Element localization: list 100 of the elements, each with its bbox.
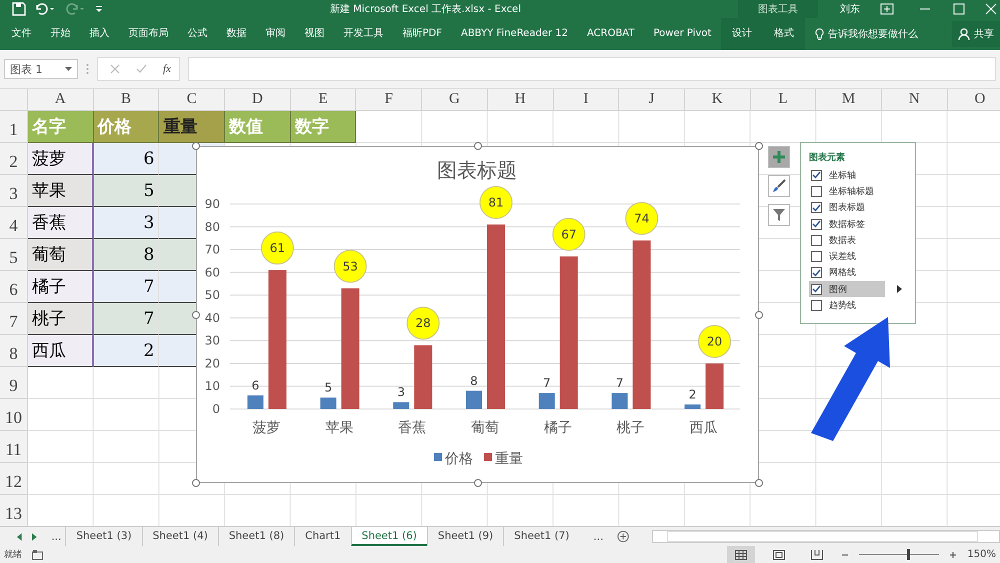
row-header[interactable]: 13 [0,495,28,526]
checkbox[interactable] [811,202,822,214]
row-header[interactable]: 6 [0,271,28,303]
sheet-tab[interactable]: Sheet1 (6) [350,527,427,546]
ribbon-display-icon[interactable] [880,3,894,15]
zoom-in-icon[interactable] [949,550,958,558]
resize-handle[interactable] [755,142,763,150]
ribbon-tab[interactable]: 开始 [41,18,80,50]
bar[interactable] [268,270,286,409]
ribbon-tab[interactable]: 格式 [762,18,805,50]
ribbon-tab[interactable]: 开发工具 [334,18,393,50]
bar[interactable] [612,393,628,409]
maximize-icon[interactable] [952,3,966,15]
column-header[interactable]: J [619,89,685,111]
column-header[interactable]: A [28,89,94,111]
bar[interactable] [632,240,651,409]
macro-record-icon[interactable] [32,550,43,560]
chart-filters-button[interactable] [768,204,790,226]
ribbon-tab[interactable]: 数据 [217,18,256,50]
ribbon-tab[interactable]: 页面布局 [119,18,178,50]
bar[interactable] [414,345,432,409]
column-header[interactable]: N [882,89,948,111]
normal-view-button[interactable] [727,546,756,563]
column-header[interactable]: C [159,89,226,111]
checkbox-item[interactable]: 坐标轴标题 [809,183,885,200]
resize-handle[interactable] [192,479,200,487]
save-icon[interactable] [12,2,26,16]
chart-styles-button[interactable] [768,175,790,197]
column-header[interactable]: O [948,89,1000,111]
insert-function-button[interactable]: fx [163,63,171,75]
undo-icon[interactable] [34,2,56,16]
column-header[interactable]: B [94,89,160,111]
more-sheets-button[interactable]: ... [589,530,608,542]
column-header[interactable]: E [290,89,356,111]
column-header[interactable]: D [225,89,291,111]
bar[interactable] [538,393,555,409]
previous-sheet-icon[interactable] [16,532,22,540]
check-icon[interactable] [136,64,147,74]
tell-me-field[interactable]: 告诉我你想要做什么 [814,27,918,41]
ribbon-tab[interactable]: 审阅 [256,18,295,50]
resize-handle[interactable] [755,479,763,487]
column-header[interactable]: K [684,89,751,111]
checkbox[interactable] [811,284,822,295]
row-header[interactable]: 9 [0,367,28,399]
row-header[interactable]: 11 [0,431,28,463]
legend-entry[interactable]: 价格 [434,451,473,467]
row-header[interactable]: 7 [0,303,28,335]
row-header[interactable]: 10 [0,399,28,431]
checkbox-item[interactable]: 误差线 [809,248,885,265]
more-sheets-button[interactable]: ... [47,530,66,542]
row-header[interactable]: 2 [0,143,28,175]
user-name[interactable]: 刘东 [840,2,860,16]
chart-elements-button[interactable] [768,146,790,168]
ribbon-tab[interactable]: 公式 [178,18,217,50]
checkbox-item[interactable]: 坐标轴 [809,167,885,184]
formula-input[interactable] [188,57,996,81]
checkbox[interactable] [811,267,822,278]
horizontal-scrollbar[interactable] [652,530,1000,543]
row-header[interactable]: 3 [0,175,28,207]
column-header[interactable]: M [816,89,882,111]
ribbon-tab[interactable]: ABBYY FineReader 12 [451,18,578,50]
bar[interactable] [706,363,724,409]
ribbon-tab[interactable]: 福昕PDF [393,18,452,50]
add-sheet-icon[interactable] [617,530,630,543]
row-header[interactable]: 12 [0,463,28,495]
bar[interactable] [320,398,336,409]
checkbox-item[interactable]: 数据标签 [809,216,885,232]
checkbox-item[interactable]: 趋势线 [809,297,885,314]
resize-handle[interactable] [474,142,482,150]
column-header[interactable]: L [750,89,816,111]
column-header[interactable]: I [554,89,620,111]
close-icon[interactable] [984,3,998,15]
column-header[interactable]: F [356,89,422,111]
column-header[interactable]: H [488,89,554,111]
next-sheet-icon[interactable] [32,532,38,540]
checkbox-item[interactable]: 图表标题 [809,200,885,216]
submenu-arrow-icon[interactable] [897,285,902,294]
chart-title[interactable]: 图表标题 [437,158,517,182]
ribbon-tab[interactable]: 文件 [2,18,41,50]
ribbon-tab[interactable]: ACROBAT [577,18,644,50]
legend-entry[interactable]: 重量 [484,451,523,467]
checkbox[interactable] [811,300,822,312]
ribbon-tab[interactable]: 视图 [295,18,334,50]
name-box[interactable]: 图表 1 [4,59,78,79]
checkbox[interactable] [811,234,822,246]
column-header[interactable]: G [422,89,488,111]
checkbox[interactable] [811,170,822,181]
ribbon-tab[interactable]: 插入 [80,18,119,50]
row-header[interactable]: 5 [0,239,28,271]
bar[interactable] [247,395,264,409]
checkbox-item[interactable]: 网格线 [809,264,885,282]
bar[interactable] [341,288,360,409]
row-header[interactable]: 1 [0,111,28,143]
checkbox[interactable] [811,251,822,262]
checkbox-item[interactable]: 数据表 [809,232,885,248]
bar[interactable] [560,256,578,409]
ribbon-tab[interactable]: 设计 [720,18,763,50]
chart-area[interactable]: 图表标题 0 10 20 30 40 50 60 70 80 90 6 5 3 8 7 7 2 61 53 28 81 67 74 20 菠萝 苹果 香蕉 葡萄 橘子 桃子 西瓜 价格 重量 [196,146,759,483]
row-header[interactable]: 8 [0,335,28,367]
share-button[interactable]: 共享 [952,21,1000,47]
